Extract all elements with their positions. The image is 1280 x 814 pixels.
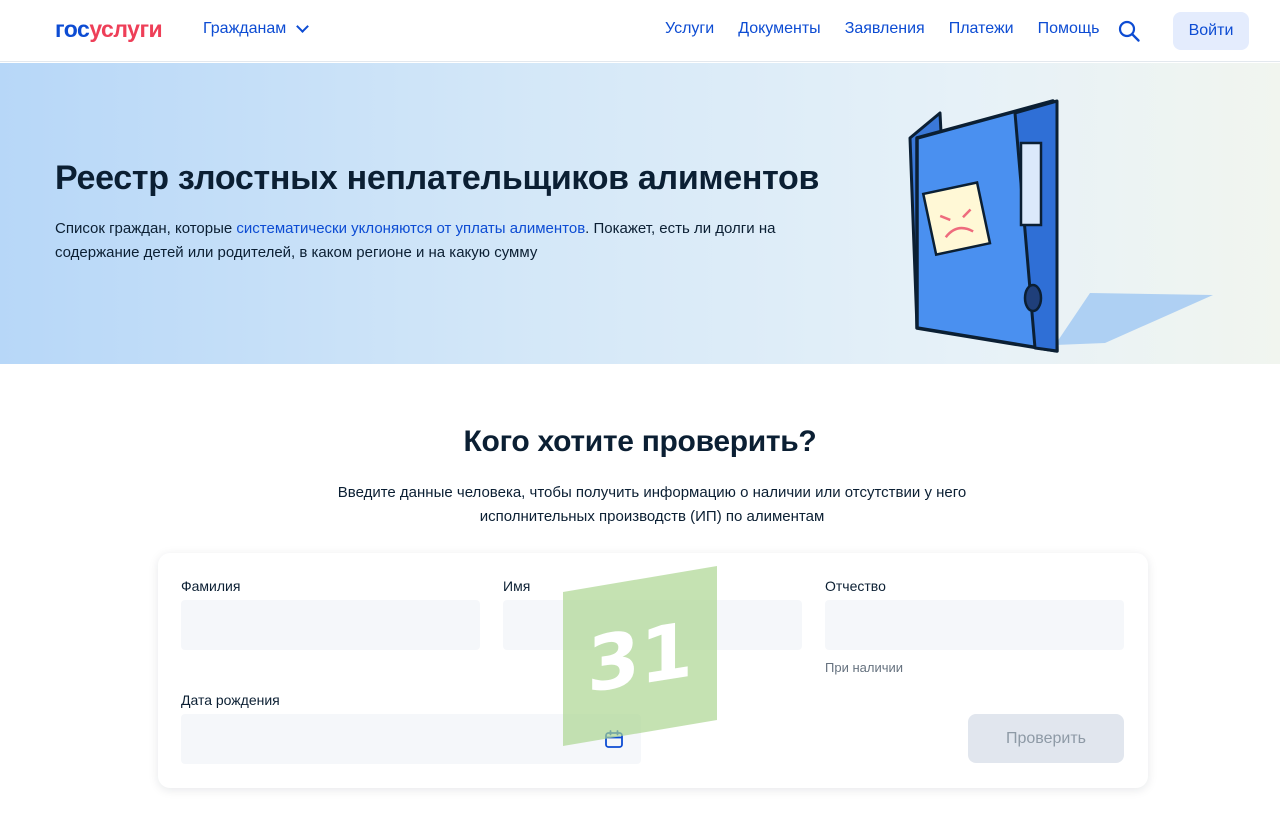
surname-label: Фамилия	[181, 578, 241, 594]
search-icon[interactable]	[1117, 19, 1141, 43]
patronymic-input[interactable]	[825, 600, 1124, 650]
site-header: госуслуги Гражданам Услуги Документы Зая…	[0, 0, 1280, 62]
birthdate-input[interactable]	[181, 714, 641, 764]
login-button[interactable]: Войти	[1173, 12, 1249, 50]
main-nav: Услуги Документы Заявления Платежи Помощ…	[665, 20, 1099, 38]
section-title: Кого хотите проверить?	[463, 425, 817, 458]
calendar-icon[interactable]	[604, 729, 624, 749]
nav-item-applications[interactable]: Заявления	[845, 20, 925, 38]
audience-selector[interactable]: Гражданам	[203, 20, 310, 38]
binder-illustration	[908, 99, 1213, 353]
hero-desc-start: Список граждан, которые	[55, 220, 237, 237]
audience-label: Гражданам	[203, 20, 287, 37]
birthdate-label: Дата рождения	[181, 692, 280, 708]
name-label: Имя	[503, 578, 531, 594]
section-description: Введите данные человека, чтобы получить …	[337, 484, 967, 525]
nav-item-documents[interactable]: Документы	[738, 20, 820, 38]
hero-desc-link[interactable]: систематически уклоняются от уплаты алим…	[236, 220, 585, 237]
check-button[interactable]: Проверить	[968, 714, 1124, 763]
logo-part-gos: гос	[55, 16, 90, 42]
nav-item-services[interactable]: Услуги	[665, 20, 714, 38]
surname-input[interactable]	[181, 600, 480, 650]
nav-item-help[interactable]: Помощь	[1038, 20, 1100, 38]
hero-description: Список граждан, которые систематически у…	[55, 217, 815, 265]
chevron-down-icon	[296, 20, 310, 33]
name-input[interactable]	[503, 600, 802, 650]
nav-item-payments[interactable]: Платежи	[949, 20, 1014, 38]
patronymic-label: Отчество	[825, 578, 886, 594]
search-form: Фамилия Имя Отчество При наличии Дата ро…	[158, 553, 1148, 788]
hero-banner: Реестр злостных неплательщиков алиментов…	[0, 63, 1280, 364]
gosuslugi-logo[interactable]: госуслуги	[55, 16, 163, 43]
logo-part-uslugi: услуги	[89, 16, 163, 42]
page-title: Реестр злостных неплательщиков алиментов	[55, 159, 820, 197]
patronymic-hint: При наличии	[825, 660, 903, 675]
